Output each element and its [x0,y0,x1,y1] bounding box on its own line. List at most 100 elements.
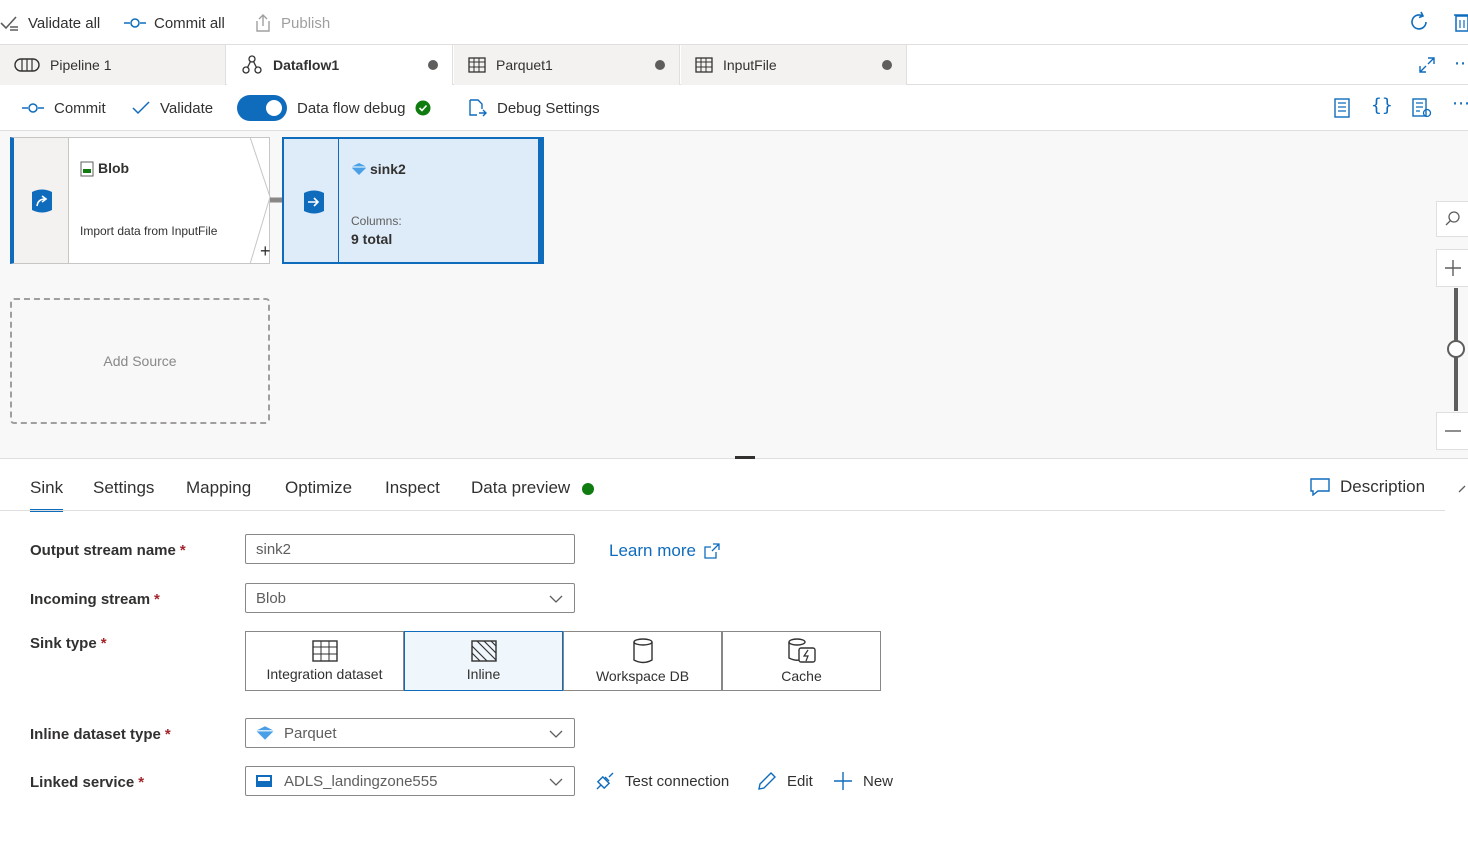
tab-label: InputFile [723,57,777,73]
edit-linked-service-button[interactable]: Edit [757,771,813,791]
validate-button[interactable]: Validate [132,95,213,121]
commit-all-button[interactable]: Commit all [124,10,225,36]
sink-type-workspace-db[interactable]: Workspace DB [563,631,722,691]
tab-data-preview[interactable]: Data preview [471,478,595,512]
cache-icon [787,638,816,663]
csv-file-icon [80,161,94,177]
plus-icon [1444,260,1461,276]
sink-type-integration-dataset[interactable]: Integration dataset [245,631,404,691]
columns-value: 9 total [351,231,393,247]
linked-service-select[interactable]: ADLS_landingzone555 [245,766,575,796]
tab-pipeline-1[interactable]: Pipeline 1 [0,45,226,85]
commit-icon [22,103,44,113]
tab-inspect[interactable]: Inspect [385,478,440,512]
tab-label: Parquet1 [496,57,553,73]
table-icon [695,57,713,73]
data-flow-debug-toggle[interactable] [237,95,287,121]
description-button[interactable]: Description [1310,477,1425,497]
debug-label: Data flow debug [297,99,406,117]
braces-icon: {} [1371,95,1393,116]
debug-status-icon [415,100,431,116]
commit-all-label: Commit all [154,14,225,32]
sink-node-sink2[interactable]: sink2 Columns: 9 total [282,137,544,264]
dataflow-canvas[interactable]: Blob Import data from InputFile + sink2 … [0,131,1468,459]
tab-dataflow1[interactable]: Dataflow1 [227,45,453,85]
pencil-icon [758,772,776,790]
linked-service-label: Linked service * [30,774,145,791]
learn-more-link[interactable]: Learn more [609,541,720,561]
tab-label: Dataflow1 [273,57,340,73]
unsaved-indicator [428,60,438,70]
tab-sink[interactable]: Sink [30,478,64,512]
source-node-blob[interactable]: Blob Import data from InputFile [10,137,270,264]
incoming-stream-select[interactable]: Blob [245,583,575,613]
add-source-button[interactable]: Add Source [10,298,270,424]
unsaved-indicator [882,60,892,70]
storage-icon [256,775,272,787]
properties-button[interactable] [1412,98,1432,118]
pipeline-icon [14,58,40,72]
test-connection-button[interactable]: Test connection [595,771,729,791]
add-source-label: Add Source [103,353,177,369]
zoom-in-button[interactable] [1436,249,1468,287]
chevron-up-icon [1458,485,1466,493]
commit-button[interactable]: Commit [22,95,106,121]
plug-icon [596,772,614,790]
expand-icon [1419,57,1435,73]
code-view-button[interactable]: {} [1371,95,1393,116]
tab-settings[interactable]: Settings [93,478,154,512]
publish-label: Publish [281,14,331,32]
publish-icon [256,14,270,32]
validate-all-icon [0,16,18,31]
debug-settings-button[interactable]: Debug Settings [467,95,600,121]
collapse-panel-button[interactable] [1458,484,1468,494]
validate-all-label: Validate all [28,14,101,32]
source-icon [32,189,52,213]
sink-icon [304,190,324,214]
validate-all-button[interactable]: Validate all [0,10,100,36]
parquet-icon [351,163,367,175]
node-title: sink2 [370,161,406,177]
panel-resize-handle[interactable] [735,456,755,459]
refresh-icon [1411,11,1427,30]
commit-icon [124,18,146,28]
debug-settings-label: Debug Settings [497,99,600,117]
debug-toggle-group: Data flow debug [237,95,431,121]
commit-label: Commit [54,99,106,117]
sink-type-inline[interactable]: Inline [404,631,563,691]
dataflow-icon [242,55,262,74]
script-button[interactable] [1332,98,1352,118]
database-icon [632,638,653,664]
tab-mapping[interactable]: Mapping [186,478,251,512]
output-stream-name-input[interactable]: sink2 [245,534,575,564]
more-icon: ⋯ [1454,53,1468,73]
trash-icon [1454,14,1468,32]
sink-type-cache[interactable]: Cache [722,631,881,691]
publish-button[interactable]: Publish [253,10,330,36]
debug-settings-icon [469,99,487,117]
inline-dataset-type-select[interactable]: Parquet [245,718,575,748]
zoom-slider-thumb[interactable] [1447,340,1465,358]
node-title: Blob [98,160,130,176]
refresh-button[interactable] [1408,11,1430,33]
document-tab-bar: Pipeline 1 Dataflow1 Parquet1 InputFile … [0,45,1468,85]
new-linked-service-button[interactable]: New [833,771,893,791]
unsaved-indicator [655,60,665,70]
add-transformation-button[interactable]: + [260,241,271,262]
tab-inputfile[interactable]: InputFile [681,45,907,85]
maximize-button[interactable] [1419,57,1435,73]
more-tabs-button[interactable]: ⋯ [1454,53,1468,74]
canvas-search-button[interactable] [1436,201,1468,237]
tab-divider [0,510,1445,511]
chevron-down-icon [549,595,563,603]
tab-optimize[interactable]: Optimize [285,478,352,512]
external-link-icon [704,543,720,559]
inline-dataset-type-label: Inline dataset type * [30,726,171,743]
more-commands-button[interactable]: ⋯ [1452,93,1468,114]
minus-icon [1444,430,1461,432]
discard-button[interactable] [1454,12,1468,32]
script-icon [1334,98,1350,118]
zoom-out-button[interactable] [1436,412,1468,450]
tab-parquet1[interactable]: Parquet1 [454,45,680,85]
dataflow-command-bar: Commit Validate Data flow debug Debug Se… [0,85,1468,131]
